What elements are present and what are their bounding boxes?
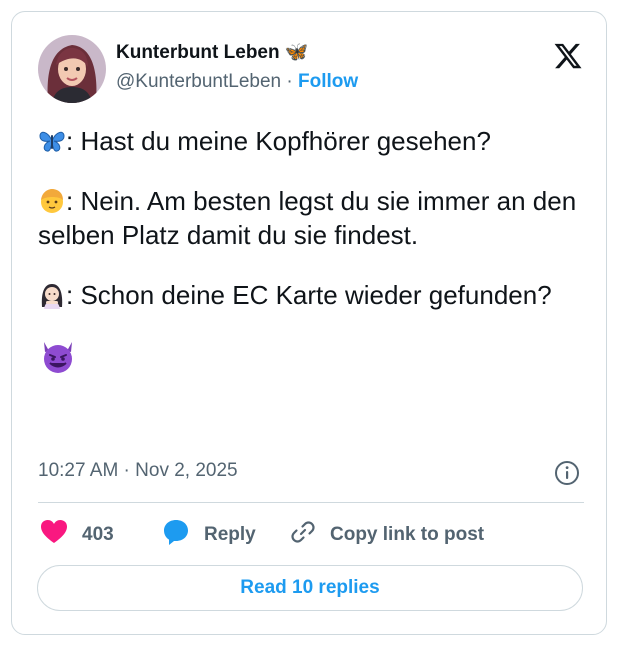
like-count: 403 <box>82 524 114 545</box>
tweet-line-2: : Nein. Am besten legst du sie immer an … <box>38 184 590 252</box>
read-replies-label: Read 10 replies <box>240 577 380 598</box>
author-handle[interactable]: @KunterbuntLeben <box>116 71 281 92</box>
tweet-card: Kunterbunt Leben 🦋 @KunterbuntLeben · Fo… <box>11 11 607 635</box>
reply-button[interactable]: Reply <box>162 518 256 552</box>
tweet-line-1-text: : Hast du meine Kopfhörer gesehen? <box>66 126 491 156</box>
tweet-line-2-text: : Nein. Am besten legst du sie immer an … <box>38 186 577 250</box>
post-timestamp[interactable]: 10:27 AM · Nov 2, 2025 <box>38 460 238 482</box>
copy-link-button[interactable]: Copy link to post <box>290 518 484 552</box>
author-handle-line: @KunterbuntLeben · Follow <box>116 71 358 93</box>
man-emoji-icon <box>38 187 66 215</box>
tweet-line-3-text: : Schon deine EC Karte wieder gefunden? <box>66 280 552 310</box>
tweet-line-1: : Hast du meine Kopfhörer gesehen? <box>38 124 590 158</box>
x-logo-icon[interactable] <box>553 41 583 71</box>
butterfly-emoji-icon <box>38 127 66 155</box>
read-replies-button[interactable]: Read 10 replies <box>37 565 583 611</box>
smiling-devil-emoji-icon <box>38 336 78 376</box>
link-icon <box>290 519 330 551</box>
info-icon[interactable] <box>554 460 580 486</box>
like-button[interactable]: 403 <box>40 518 114 552</box>
reply-bubble-icon <box>162 518 204 552</box>
tweet-text: : Hast du meine Kopfhörer gesehen? : Nei… <box>38 124 590 376</box>
follow-button[interactable]: Follow <box>298 71 358 92</box>
author-name[interactable]: Kunterbunt Leben 🦋 <box>116 40 309 64</box>
divider <box>38 502 584 503</box>
copy-link-label: Copy link to post <box>330 524 485 545</box>
reply-label: Reply <box>204 524 256 545</box>
avatar[interactable] <box>38 35 106 103</box>
tweet-line-3: : Schon deine EC Karte wieder gefunden? <box>38 278 590 312</box>
handle-separator: · <box>286 71 293 92</box>
woman-emoji-icon <box>38 281 66 309</box>
heart-icon <box>40 519 82 551</box>
